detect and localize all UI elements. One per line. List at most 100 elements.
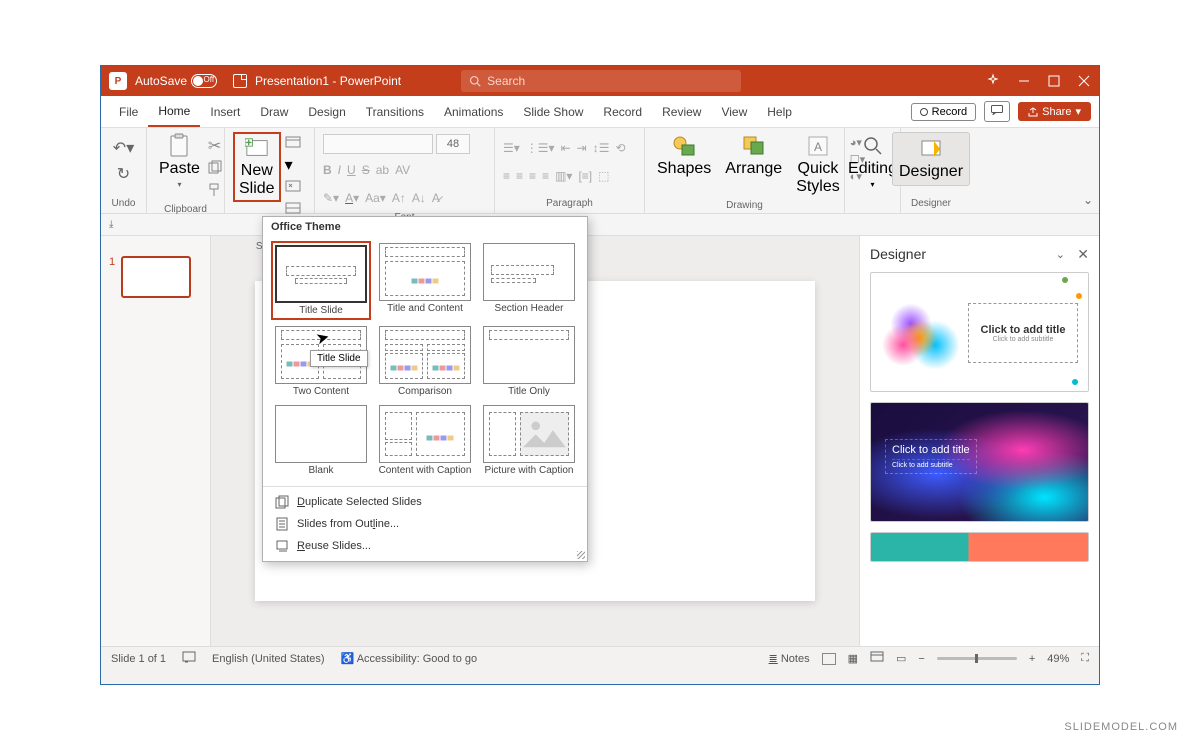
align-right-icon[interactable]: ≡ — [529, 169, 536, 183]
layout-section-header[interactable]: Section Header — [479, 241, 579, 320]
arrange-button[interactable]: Arrange — [721, 132, 786, 180]
font-selector[interactable] — [323, 134, 433, 154]
underline-icon[interactable]: U — [347, 163, 356, 177]
tab-transitions[interactable]: Transitions — [356, 96, 434, 127]
layout-title-only[interactable]: Title Only — [479, 324, 579, 399]
slideshow-view-icon[interactable]: ▭ — [896, 652, 906, 665]
layout-picture-caption[interactable]: Picture with Caption — [479, 403, 579, 478]
share-button[interactable]: Share▾ — [1018, 102, 1091, 121]
zoom-level[interactable]: 49% — [1047, 653, 1069, 665]
spacing-icon[interactable]: AV — [395, 163, 410, 177]
layout-icon[interactable]: ▾ — [285, 136, 306, 175]
language-status[interactable]: English (United States) — [212, 653, 325, 665]
fit-to-window-icon[interactable]: ⛶ — [1081, 652, 1089, 665]
strike-icon[interactable]: S — [362, 163, 370, 177]
new-slide-button[interactable]: New Slide — [233, 132, 281, 202]
resize-grip-icon[interactable] — [577, 551, 585, 559]
layout-content-caption[interactable]: Content with Caption — [375, 403, 475, 478]
normal-view-icon[interactable] — [822, 653, 836, 665]
close-button[interactable] — [1077, 74, 1091, 88]
cut-icon[interactable]: ✂ — [208, 136, 222, 156]
copy-icon[interactable] — [208, 160, 222, 179]
font-size-selector[interactable]: 48 — [436, 134, 470, 154]
format-painter-icon[interactable] — [208, 183, 222, 202]
close-icon[interactable]: ✕ — [1077, 246, 1089, 263]
quick-styles-button[interactable]: A Quick Styles — [792, 132, 844, 198]
comments-button[interactable] — [984, 101, 1010, 122]
tab-file[interactable]: File — [109, 96, 148, 127]
layout-title-content[interactable]: Title and Content — [375, 241, 475, 320]
tab-draw[interactable]: Draw — [250, 96, 298, 127]
line-spacing-icon[interactable]: ↕☰ — [593, 141, 610, 155]
align-left-icon[interactable]: ≡ — [503, 169, 510, 183]
reuse-slides-item[interactable]: Reuse Slides... — [263, 535, 587, 557]
search-placeholder: Search — [487, 74, 525, 88]
tab-view[interactable]: View — [711, 96, 757, 127]
search-input[interactable]: Search — [461, 70, 741, 92]
minimize-button[interactable] — [1017, 74, 1031, 88]
tab-animations[interactable]: Animations — [434, 96, 513, 127]
zoom-in-icon[interactable]: + — [1029, 653, 1035, 665]
maximize-button[interactable] — [1047, 74, 1061, 88]
reset-icon[interactable] — [285, 179, 306, 197]
shadow-icon[interactable]: ab — [376, 163, 389, 177]
record-button[interactable]: Record — [911, 103, 976, 121]
bullets-icon[interactable]: ☰▾ — [503, 141, 520, 155]
notes-button[interactable]: ≣ Notes — [769, 652, 810, 665]
text-direction-icon[interactable]: ⟲ — [615, 141, 625, 155]
clear-format-icon[interactable]: A̷ — [432, 191, 440, 205]
accessibility-status[interactable]: ♿ Accessibility: Good to go — [341, 652, 478, 665]
duplicate-slides-item[interactable]: Duplicate Selected Slides — [263, 491, 587, 513]
indent-less-icon[interactable]: ⇤ — [561, 141, 571, 155]
highlight-icon[interactable]: ✎▾ — [323, 191, 339, 205]
indent-more-icon[interactable]: ⇥ — [577, 141, 587, 155]
tab-review[interactable]: Review — [652, 96, 711, 127]
tab-home[interactable]: Home — [148, 96, 200, 127]
tab-slideshow[interactable]: Slide Show — [513, 96, 593, 127]
design-suggestion-3[interactable] — [870, 532, 1089, 562]
collapse-ribbon-icon[interactable]: ⌄ — [1083, 193, 1093, 207]
paste-button[interactable]: Paste ▾ — [155, 132, 204, 191]
autosave-toggle[interactable]: AutoSave Off — [135, 74, 217, 88]
layout-blank[interactable]: Blank — [271, 403, 371, 478]
zoom-out-icon[interactable]: − — [918, 653, 924, 665]
toggle-off-icon[interactable]: Off — [191, 74, 217, 88]
design-suggestion-1[interactable]: Click to add titleClick to add subtitle — [870, 272, 1089, 392]
align-center-icon[interactable]: ≡ — [516, 169, 523, 183]
case-icon[interactable]: Aa▾ — [365, 191, 386, 205]
shrink-font-icon[interactable]: A↓ — [412, 191, 426, 205]
zoom-slider[interactable] — [937, 657, 1017, 660]
designer-button[interactable]: Designer — [892, 132, 970, 186]
layout-comparison[interactable]: Comparison — [375, 324, 475, 399]
numbering-icon[interactable]: ⋮☰▾ — [526, 141, 555, 155]
layout-title-slide[interactable]: Title Slide — [271, 241, 371, 320]
sparkle-icon[interactable] — [985, 73, 1001, 89]
grow-font-icon[interactable]: A↑ — [392, 191, 406, 205]
slides-from-outline-item[interactable]: Slides from Outline... — [263, 513, 587, 535]
chevron-down-icon[interactable]: ⌄ — [1056, 248, 1065, 261]
reading-view-icon[interactable] — [870, 651, 884, 666]
bold-icon[interactable]: B — [323, 163, 332, 177]
tab-record[interactable]: Record — [593, 96, 652, 127]
qat-dropdown-icon[interactable]: ⤓ — [109, 219, 113, 230]
tab-design[interactable]: Design — [298, 96, 355, 127]
slide-thumbnail[interactable]: 1 — [109, 256, 202, 298]
spellcheck-icon[interactable] — [182, 651, 196, 666]
font-color-icon[interactable]: A▾ — [345, 191, 359, 205]
columns-icon[interactable]: ▥▾ — [555, 169, 572, 183]
save-icon[interactable] — [233, 74, 247, 88]
italic-icon[interactable]: I — [338, 163, 341, 177]
design-suggestion-2[interactable]: Click to add titleClick to add subtitle — [870, 402, 1089, 522]
shapes-button[interactable]: Shapes — [653, 132, 715, 180]
thumbnail-pane[interactable]: 1 — [101, 236, 211, 646]
justify-icon[interactable]: ≡ — [542, 169, 549, 183]
smartart-icon[interactable]: ⬚ — [598, 169, 609, 183]
color-splash-icon — [879, 303, 959, 373]
tab-help[interactable]: Help — [757, 96, 802, 127]
redo-icon[interactable]: ↻ — [117, 164, 130, 184]
tab-insert[interactable]: Insert — [200, 96, 250, 127]
align-text-icon[interactable]: [≡] — [578, 169, 592, 183]
svg-text:A: A — [814, 140, 822, 154]
undo-icon[interactable]: ↶▾ — [113, 138, 134, 158]
sorter-view-icon[interactable]: ▦ — [848, 652, 858, 665]
